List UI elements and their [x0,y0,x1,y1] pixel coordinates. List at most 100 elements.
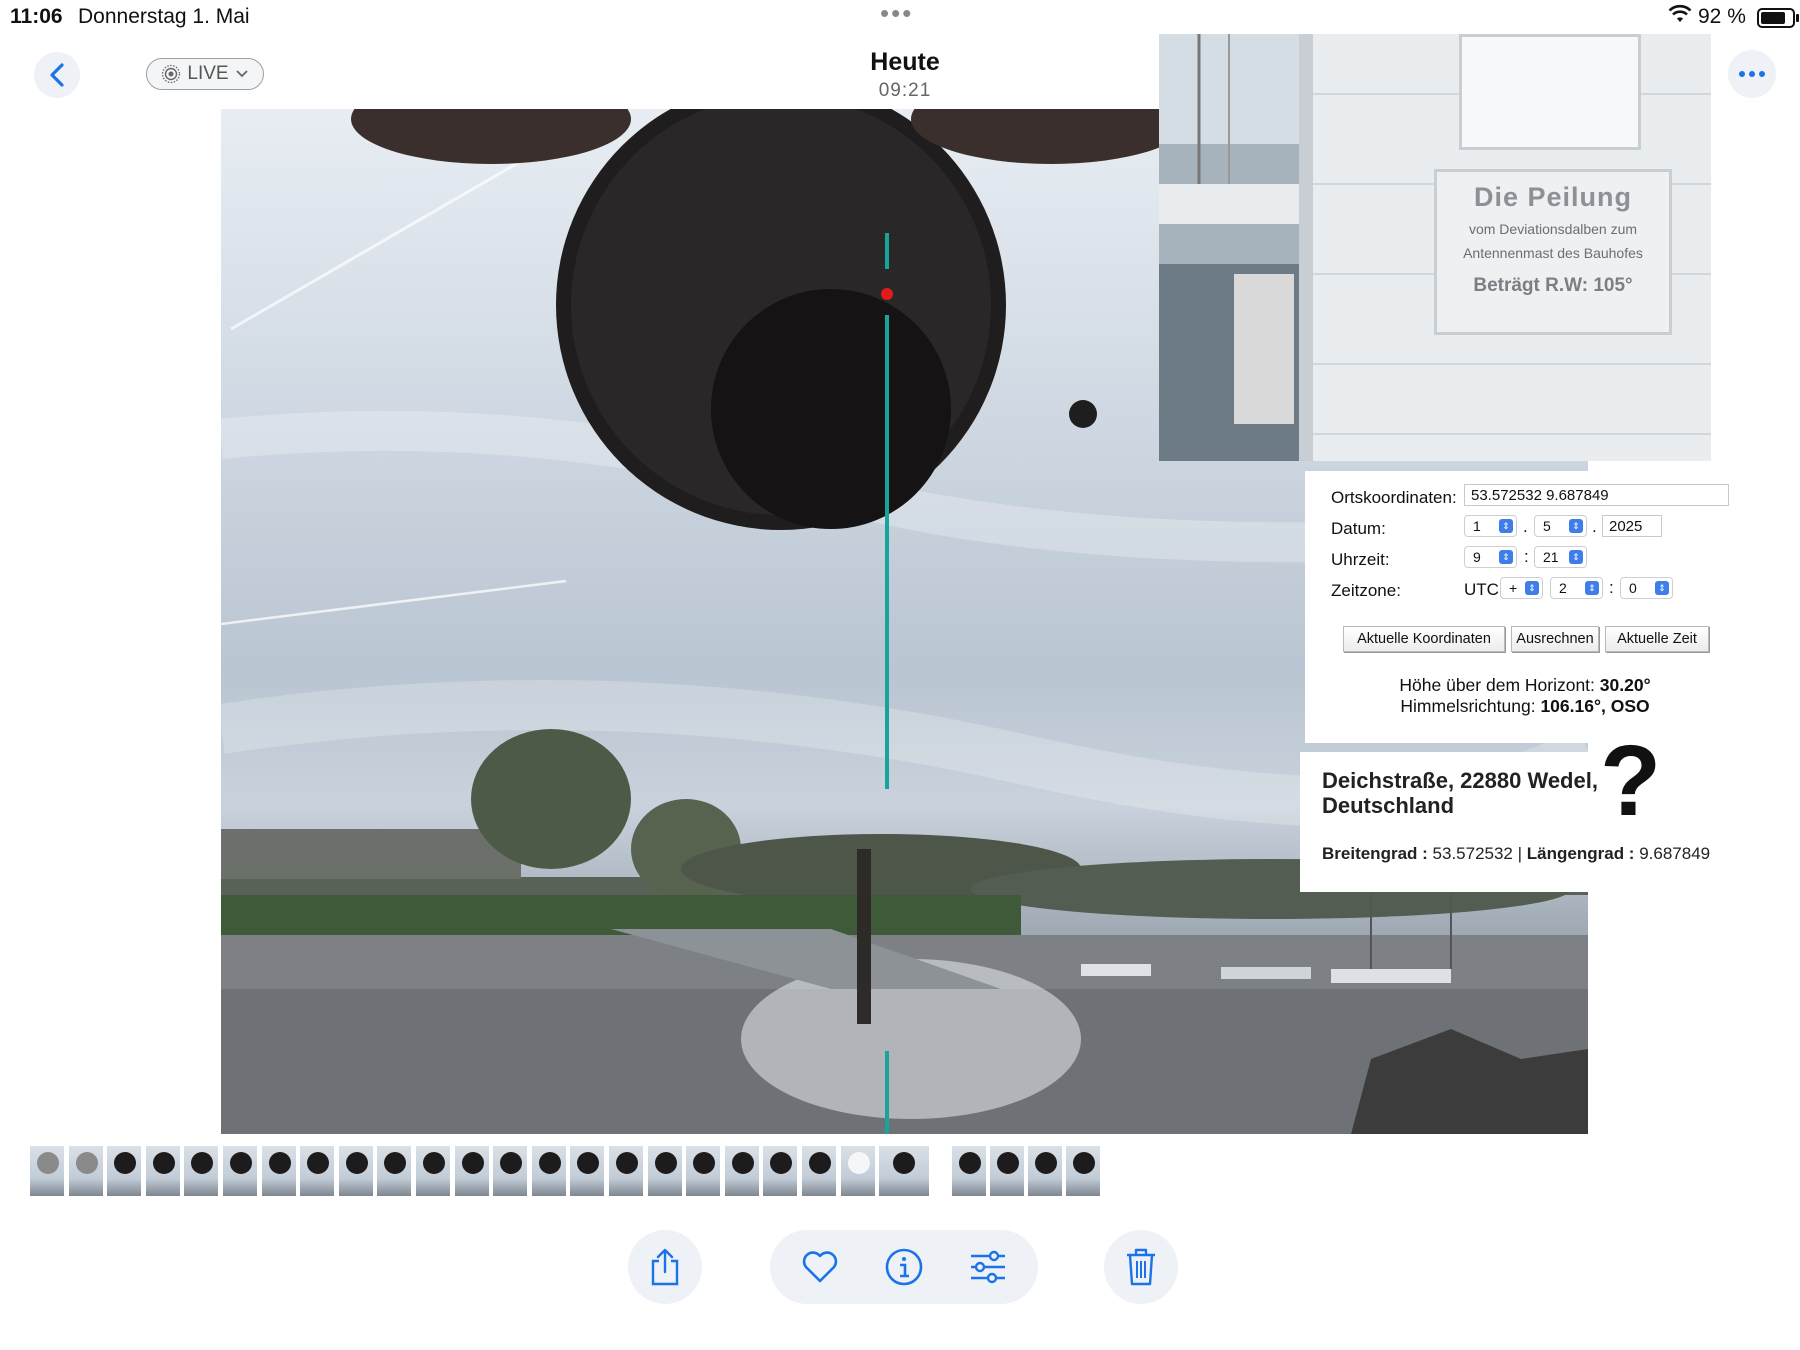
calculate-button[interactable]: Ausrechnen [1511,626,1599,652]
thumbnail[interactable] [261,1146,296,1196]
thumbnail[interactable] [686,1146,721,1196]
thumbnail-lens-image [577,1152,600,1174]
current-time-button[interactable]: Aktuelle Zeit [1605,626,1709,652]
thumbnail-lens-image [461,1152,484,1174]
thumbnail[interactable] [531,1146,566,1196]
thumbnail-lens-image [809,1152,831,1174]
thumbnail[interactable] [68,1146,103,1196]
timezone-hours-value: 2 [1559,580,1567,596]
time-hour-select[interactable]: 9 ⇕ [1464,546,1517,568]
timezone-separator: : [1609,578,1614,597]
thumbnail-lens-image [1035,1152,1057,1174]
thumbnail[interactable] [145,1146,180,1196]
stepper-icon: ⇕ [1585,581,1599,595]
time-minute-select[interactable]: 21 ⇕ [1534,546,1587,568]
page-title: Heute [870,48,940,76]
thumbnail-lens-image [847,1152,870,1174]
delete-button[interactable] [1104,1230,1178,1304]
trash-icon [1127,1248,1155,1286]
thumbnail-lens-image [37,1152,59,1174]
live-label: LIVE [187,63,229,84]
address-street: Deichstraße, 22880 Wedel, Deutschland [1322,768,1598,818]
ellipsis-icon [1739,71,1765,77]
date-day-select[interactable]: 1 ⇕ [1464,515,1517,537]
thumbnail-lens-image [268,1152,291,1174]
battery-fill [1761,12,1785,24]
date-day-value: 1 [1473,518,1481,534]
thumbnail[interactable] [1028,1146,1062,1196]
thumbnail[interactable] [609,1146,643,1196]
thumbnail[interactable] [724,1146,759,1196]
thumbnail[interactable] [570,1146,605,1196]
live-photo-button[interactable]: LIVE [146,58,264,90]
thumbnail[interactable] [840,1146,875,1196]
stepper-icon: ⇕ [1525,581,1539,595]
favorite-button[interactable] [798,1245,842,1289]
status-bar: 11:06 Donnerstag 1. Mai ••• 92 % [0,0,1800,34]
thumbnail[interactable] [416,1146,450,1196]
overlay-sign-photo: Die Peilung vom Deviationsdalben zum Ant… [1159,34,1711,461]
notice-board [1459,34,1641,150]
info-button[interactable] [882,1245,926,1289]
azimuth-value: 106.16°, OSO [1540,696,1650,716]
timezone-minutes-select[interactable]: 0 ⇕ [1620,577,1673,599]
thumbnail[interactable] [30,1146,64,1196]
thumbnail[interactable] [647,1146,682,1196]
stepper-icon: ⇕ [1655,581,1669,595]
sign-line-2: Antennenmast des Bauhofes [1463,245,1643,261]
thumbnail[interactable] [454,1146,489,1196]
thumbnail[interactable] [493,1146,528,1196]
thumbnail-lens-image [959,1152,981,1174]
thumbnail[interactable] [223,1146,257,1196]
altitude-label: Höhe über dem Horizont: [1399,675,1595,695]
thumbnail[interactable] [107,1146,142,1196]
thumbnail[interactable] [338,1146,373,1196]
thumbnail[interactable] [952,1146,986,1196]
thumbnail[interactable] [763,1146,798,1196]
thumbnail-lens-image [1073,1152,1095,1174]
longitude-label: Längengrad : [1526,844,1635,863]
date-separator: . [1523,517,1528,536]
thumbnail-lens-image [731,1152,754,1174]
azimuth-result: Himmelsrichtung: 106.16°, OSO [1325,696,1725,717]
thumbnail-lens-image [345,1152,368,1174]
timezone-sign-select[interactable]: + ⇕ [1500,577,1543,599]
live-photo-icon [162,64,181,84]
coords-input[interactable]: 53.572532 9.687849 [1464,484,1729,506]
thumbnail-lens-image [114,1152,137,1174]
thumbnail[interactable] [1066,1146,1100,1196]
date-year-input[interactable]: 2025 [1602,515,1662,537]
thumbnail[interactable] [879,1146,929,1196]
status-date: Donnerstag 1. Mai [78,5,250,28]
chevron-down-icon [235,70,248,78]
share-button[interactable] [628,1230,702,1304]
azimuth-label: Himmelsrichtung: [1400,696,1536,716]
more-options-button[interactable] [1728,50,1776,98]
thumbnail-lens-image [423,1152,445,1174]
back-button[interactable] [34,52,80,98]
thumbnail[interactable] [300,1146,335,1196]
status-time: 11:06 [10,5,63,28]
date-month-select[interactable]: 5 ⇕ [1534,515,1587,537]
thumbnail[interactable] [377,1146,412,1196]
thumbnail[interactable] [802,1146,836,1196]
page-subtitle-time: 09:21 [878,80,932,101]
date-label: Datum: [1331,519,1386,538]
thumbnail[interactable] [990,1146,1024,1196]
thumbnail-lens-image [191,1152,214,1174]
edit-adjust-button[interactable] [966,1245,1010,1289]
stepper-icon: ⇕ [1499,519,1513,533]
thumbnail-lens-image [75,1152,98,1174]
sign-heading: Die Peilung [1473,182,1633,212]
date-separator: . [1592,517,1597,536]
thumbnail[interactable] [184,1146,219,1196]
stepper-icon: ⇕ [1499,550,1513,564]
thumbnail-lens-image [893,1152,915,1174]
thumbnail-lens-image [616,1152,638,1174]
timezone-prefix: UTC [1464,580,1499,599]
multitasking-dots-icon[interactable]: ••• [880,0,913,29]
time-hour-value: 9 [1473,549,1481,565]
current-coordinates-button[interactable]: Aktuelle Koordinaten [1343,626,1505,652]
latitude-label: Breitengrad : [1322,844,1428,863]
timezone-hours-select[interactable]: 2 ⇕ [1550,577,1603,599]
